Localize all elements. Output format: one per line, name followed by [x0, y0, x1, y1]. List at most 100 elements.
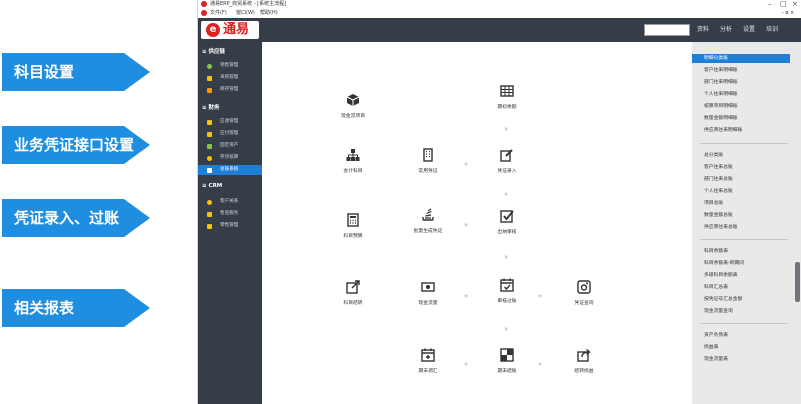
node-period-exchange-adjust[interactable]: 期末调汇	[403, 348, 453, 374]
app-icon	[201, 10, 207, 16]
node-cashflow[interactable]: 现金流量	[403, 280, 453, 306]
sidebar-item-inventory[interactable]: 库存管理	[198, 85, 262, 95]
arrow-down: »	[502, 126, 511, 132]
report-item[interactable]: 数量金额明细账	[692, 114, 790, 123]
menu-file[interactable]: 文件(F)	[210, 9, 227, 18]
callout-voucher-entry: 凭证录入、过账	[2, 199, 150, 237]
nav-settings[interactable]: 设置	[743, 18, 755, 42]
report-item[interactable]: 科目汇总表	[692, 283, 790, 292]
report-item[interactable]: 数量金额总账	[692, 211, 790, 220]
maximize-button[interactable]: □	[780, 0, 787, 9]
report-item[interactable]: 损益表	[692, 343, 790, 352]
node-common-vouchers[interactable]: 常用凭证	[403, 148, 453, 174]
app-window: 通易ERP_商贸系统 - [系统主流程] – □ × 文件(F) 窗口(W) 帮…	[197, 0, 801, 404]
nav-analysis[interactable]: 分析	[720, 18, 732, 42]
node-period-close[interactable]: 期末结账	[482, 348, 532, 374]
arrow-left: «	[538, 360, 543, 368]
report-item[interactable]: 多级科目余额表	[692, 271, 790, 280]
calculator-icon	[347, 213, 359, 227]
child-window-controls[interactable]: - ø ×	[782, 9, 794, 18]
cart-icon	[207, 64, 212, 69]
report-item[interactable]: 个人往来总账	[692, 187, 790, 196]
building-icon	[423, 148, 433, 162]
screenshot-root: 科目设置 业务凭证接口设置 凭证录入、过账 相关报表 通易ERP_商贸系统 - …	[0, 0, 801, 404]
node-voucher-query[interactable]: 凭证查询	[559, 280, 609, 306]
sidebar-item-after-sales[interactable]: 售后服务	[198, 209, 262, 219]
external-link-icon	[346, 280, 360, 294]
node-review-posting[interactable]: 审核过账	[482, 278, 532, 304]
minimize-button[interactable]: –	[768, 0, 772, 9]
service-icon	[207, 212, 212, 217]
menu-help[interactable]: 帮助(H)	[260, 9, 278, 18]
sidebar-item-general-ledger[interactable]: 总账系统	[198, 165, 262, 175]
report-panel: 明细分类账 客户往来明细账 部门往来明细账 个人往来明细账 核算项目明细账 数量…	[692, 42, 801, 404]
report-item[interactable]: 按凭证号汇总金额	[692, 295, 790, 304]
report-item[interactable]: 供应商往来明细账	[692, 126, 790, 135]
brand-logo: e 通易	[201, 21, 259, 39]
sidebar-item-receivable[interactable]: 应收管理	[198, 117, 262, 127]
report-item[interactable]: 供应商往来总账	[692, 223, 790, 232]
report-item[interactable]: 部门往来明细账	[692, 78, 790, 87]
node-profit-loss-transfer[interactable]: 结转损益	[559, 348, 609, 374]
cube-icon	[346, 94, 360, 106]
report-item[interactable]: 现金流量表	[692, 355, 790, 364]
callout-reports: 相关报表	[2, 289, 150, 327]
calendar-plus-icon	[421, 348, 435, 362]
arrow-right: »	[464, 360, 469, 368]
node-voucher-entry[interactable]: 凭证录入	[482, 148, 532, 174]
report-item[interactable]: 客户往来明细账	[692, 66, 790, 75]
sidebar-item-sales[interactable]: 销售管理	[198, 61, 262, 71]
node-opening-balance[interactable]: 期初余额	[482, 84, 532, 110]
node-cashflow-items[interactable]: 现金流项目	[328, 93, 378, 119]
camera-icon	[577, 280, 591, 294]
search-input[interactable]	[644, 24, 690, 36]
sidebar-item-purchase[interactable]: 采购管理	[198, 73, 262, 83]
stack-icon	[422, 208, 434, 221]
report-item[interactable]: 项目总账	[692, 199, 790, 208]
callout-label: 业务凭证接口设置	[14, 136, 135, 154]
app-header: e 通易 资料 分析 设置 培训	[198, 18, 801, 42]
node-subject-budget[interactable]: 科目预算	[328, 213, 378, 239]
logo-text: 通易	[223, 22, 250, 37]
checkbox-icon	[500, 210, 514, 223]
table-icon	[500, 85, 514, 97]
sidebar: ≡ 供应链 销售管理 采购管理 库存管理 ≡ 财务 应收管理 应付管理 固定资产…	[198, 42, 262, 404]
report-item[interactable]: 科目余额表-跨期间	[692, 259, 790, 268]
users-icon	[207, 200, 212, 205]
sidebar-section-title: ≡ 财务	[202, 105, 220, 111]
contrast-icon	[500, 348, 514, 362]
nav-training[interactable]: 培训	[766, 18, 778, 42]
sidebar-item-fixed-assets[interactable]: 固定资产	[198, 141, 262, 151]
divider	[700, 323, 788, 324]
report-item[interactable]: 核算项目明细账	[692, 102, 790, 111]
divider	[700, 239, 788, 240]
logo-e-icon: e	[206, 23, 220, 37]
report-item[interactable]: 个人往来明细账	[692, 90, 790, 99]
ledger-icon	[207, 168, 212, 173]
node-subject-transfer[interactable]: 科目结转	[328, 280, 378, 306]
report-item[interactable]: 现金流量查询	[692, 307, 790, 316]
arrow-right: »	[538, 292, 543, 300]
nav-data[interactable]: 资料	[697, 18, 709, 42]
menu-window[interactable]: 窗口(W)	[236, 9, 255, 18]
ledger-flow-diagram: 现金流项目 期初余额 » 会计科目 常用凭证 » 凭证录入 » 科目预算 批量生…	[262, 42, 692, 404]
sidebar-item-payable[interactable]: 应付管理	[198, 129, 262, 139]
report-item[interactable]: 总分类账	[692, 151, 790, 160]
sidebar-item-crm-customers[interactable]: 客户关系	[198, 197, 262, 207]
report-item[interactable]: 科目余额表	[692, 247, 790, 256]
report-item[interactable]: 部门往来总账	[692, 175, 790, 184]
report-item[interactable]: 资产负债表	[692, 331, 790, 340]
node-accounting-subjects[interactable]: 会计科目	[328, 148, 378, 174]
sidebar-item-inventory-accounting[interactable]: 存货核算	[198, 153, 262, 163]
arrow-right: »	[464, 221, 469, 229]
sitemap-icon	[346, 149, 360, 161]
node-cashier-review[interactable]: 出纳审核	[482, 209, 532, 235]
close-button[interactable]: ×	[792, 0, 798, 9]
arrow-down: »	[502, 326, 511, 332]
sitemap-icon	[207, 144, 212, 149]
scrollbar-thumb[interactable]	[795, 262, 800, 302]
report-item[interactable]: 明细分类账	[692, 54, 790, 63]
node-batch-vouchers[interactable]: 批量生成凭证	[403, 208, 453, 234]
report-item[interactable]: 客户往来总账	[692, 163, 790, 172]
sidebar-item-retail[interactable]: 零售管理	[198, 221, 262, 231]
